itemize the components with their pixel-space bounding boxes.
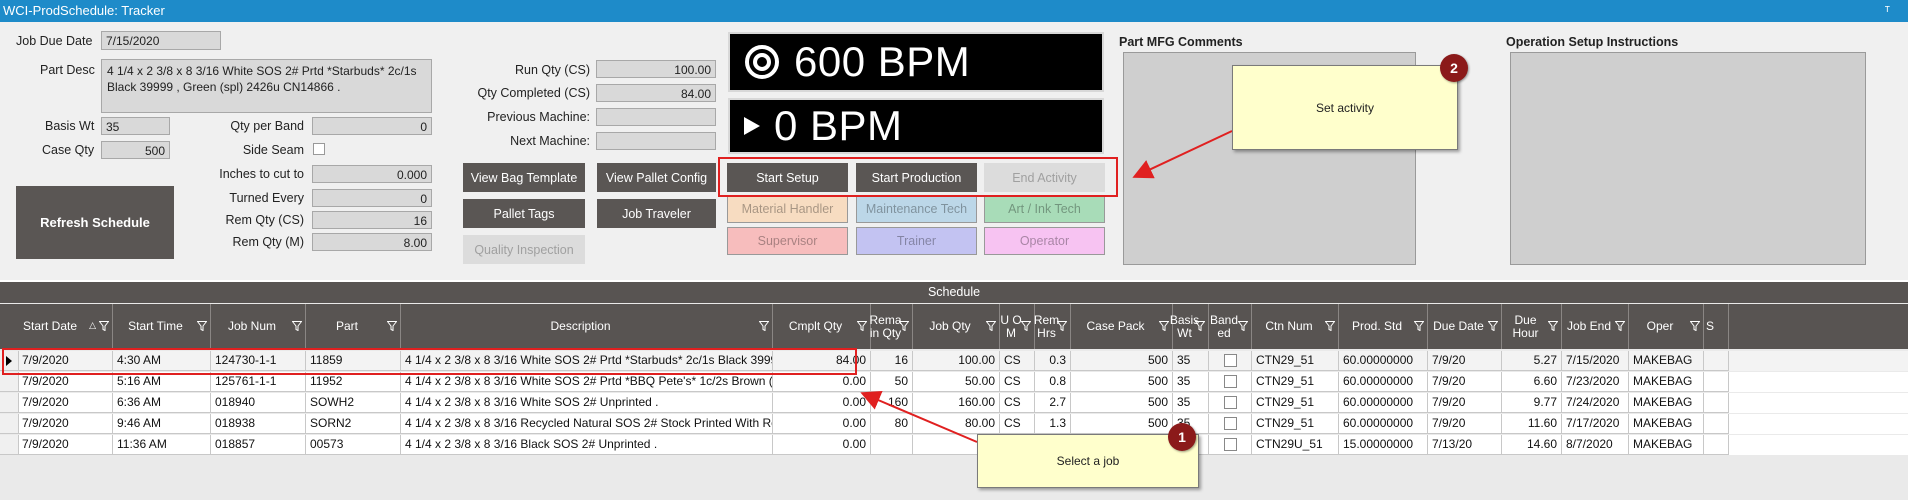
set-activity-callout: Set activity [1232, 65, 1458, 150]
select-job-callout-text: Select a job [1056, 454, 1120, 468]
arrow-to-job-row [860, 391, 978, 443]
annotation-arrows [860, 130, 1233, 443]
set-activity-callout-text: Set activity [1315, 100, 1375, 115]
arrow-to-activity-buttons [1132, 130, 1233, 179]
select-job-callout: Select a job [977, 434, 1199, 488]
callout-badge-2: 2 [1440, 54, 1468, 82]
callout-badge-1: 1 [1168, 423, 1196, 451]
